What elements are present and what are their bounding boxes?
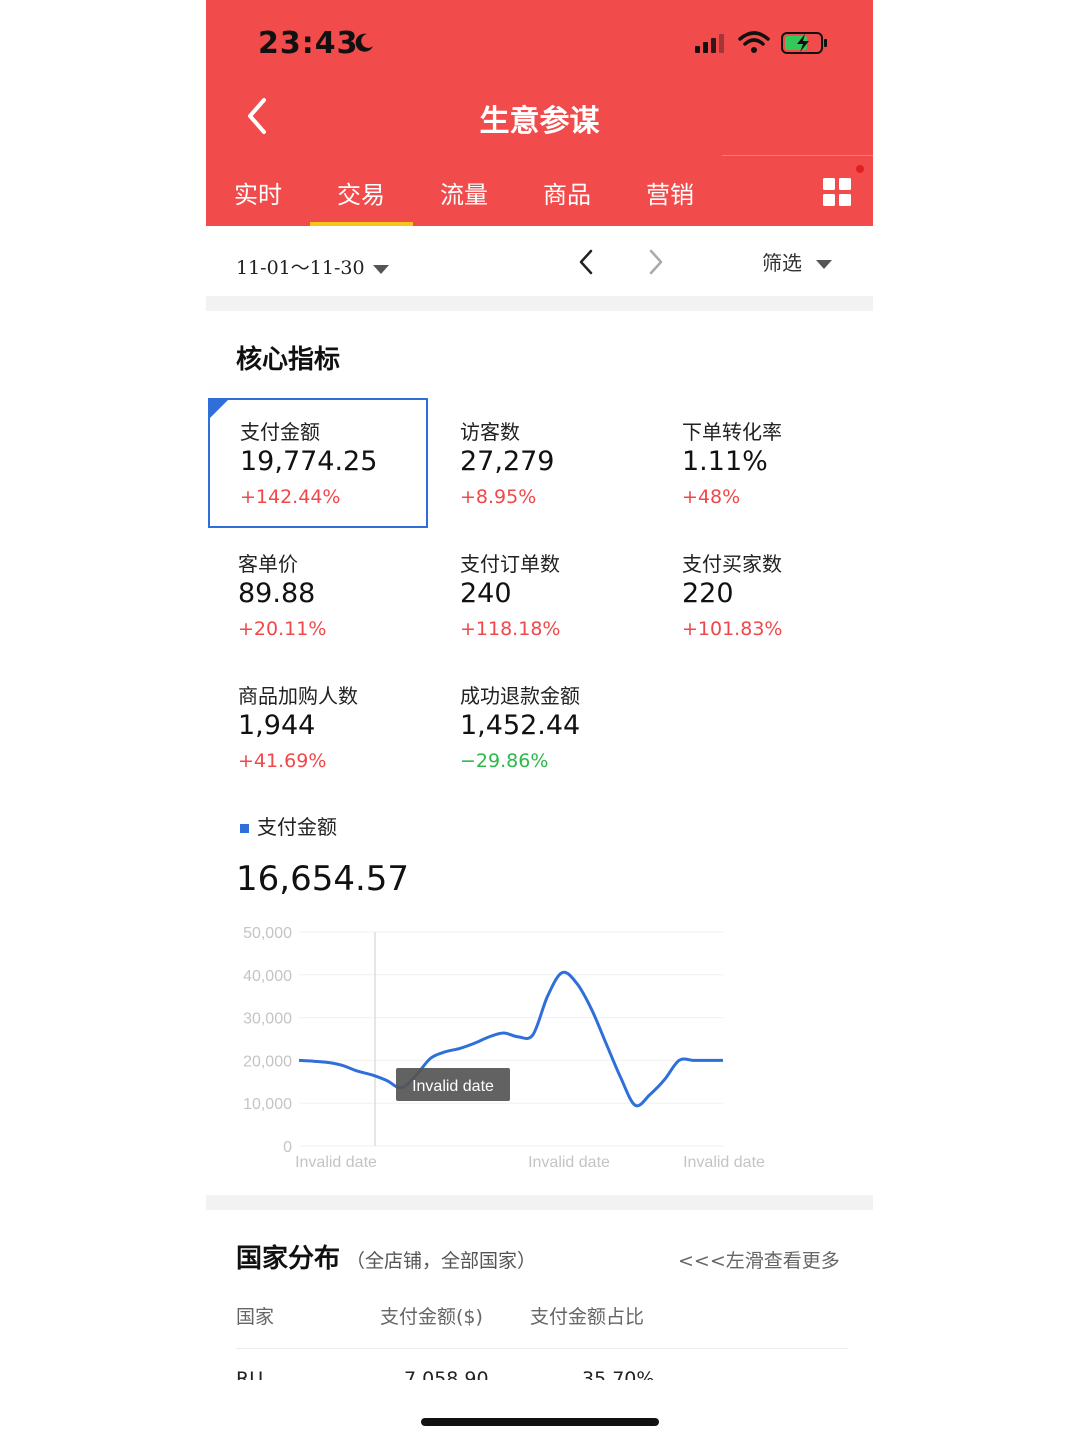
x-tick-label: Invalid date — [683, 1154, 765, 1171]
metric-change: +41.69% — [238, 750, 327, 772]
column-header-country: 国家 — [236, 1306, 275, 1328]
y-tick-label: 50,000 — [243, 925, 292, 942]
metric-label: 成功退款金额 — [460, 684, 580, 708]
tab-bar-divider — [722, 155, 873, 156]
metric-label: 访客数 — [460, 420, 520, 444]
home-indicator — [421, 1418, 659, 1426]
filter-label: 筛选 — [762, 251, 802, 275]
column-header-share: 支付金额占比 — [530, 1306, 645, 1328]
metric-label: 下单转化率 — [682, 420, 782, 444]
caret-down-icon — [372, 264, 389, 274]
date-range-label: 11-01～11-30 — [236, 257, 365, 279]
country-distribution-title: 国家分布 （全店铺，全部国家） — [236, 1238, 536, 1275]
x-tick-label: Invalid date — [295, 1154, 377, 1171]
table-cell-share: 35.70% — [582, 1368, 655, 1380]
phone-screen: 23:43 生意参谋 实时 交易 流量 商品 营销 11-01～11-30 筛选… — [206, 0, 873, 1380]
y-tick-label: 0 — [283, 1139, 292, 1156]
metric-value: 1.11% — [682, 446, 768, 477]
signal-icon — [695, 34, 724, 53]
payment-amount-line-chart[interactable]: 50,00040,00030,00020,00010,0000Invalid d… — [206, 911, 873, 1191]
table-cell-amount: 7,058.90 — [404, 1368, 489, 1380]
wifi-icon — [738, 31, 770, 53]
swipe-hint: <<<左滑查看更多 — [678, 1250, 840, 1272]
metric-value: 240 — [460, 578, 512, 609]
metric-change: +142.44% — [240, 486, 341, 508]
metric-paid-orders[interactable]: 支付订单数 240 +118.18% — [430, 532, 650, 662]
metric-change: +118.18% — [460, 618, 561, 640]
chart-legend: 支付金额 — [240, 811, 337, 840]
column-header-amount: 支付金额($) — [380, 1306, 483, 1328]
metric-change: +8.95% — [460, 486, 537, 508]
battery-charging-icon — [781, 32, 827, 54]
legend-swatch — [240, 824, 249, 833]
filter-bar: 11-01～11-30 筛选 — [206, 226, 873, 296]
y-tick-label: 10,000 — [243, 1096, 292, 1113]
table-divider — [236, 1348, 848, 1349]
metric-value: 1,944 — [238, 710, 316, 741]
metric-payment-amount[interactable]: 支付金额 19,774.25 +142.44% — [208, 398, 428, 528]
core-metrics-title: 核心指标 — [236, 345, 341, 375]
metric-value: 1,452.44 — [460, 710, 581, 741]
tab-bar: 实时 交易 流量 商品 营销 — [206, 155, 873, 226]
page-title: 生意参谋 — [479, 104, 600, 139]
core-metrics-card: 核心指标 支付金额 19,774.25 +142.44% 访客数 27,279 … — [206, 311, 873, 1195]
tooltip-text: Invalid date — [412, 1078, 494, 1095]
tab-realtime[interactable]: 实时 — [234, 175, 282, 210]
prev-period-icon[interactable] — [576, 248, 596, 276]
metric-change: +20.11% — [238, 618, 327, 640]
metric-change: +48% — [682, 486, 741, 508]
metric-value: 220 — [682, 578, 734, 609]
country-distribution-card: 国家分布 （全店铺，全部国家） <<<左滑查看更多 国家 支付金额($) 支付金额… — [206, 1210, 873, 1380]
caret-down-icon — [816, 260, 832, 269]
metric-label: 支付订单数 — [460, 552, 560, 576]
metric-avg-order-value[interactable]: 客单价 89.88 +20.11% — [208, 532, 428, 662]
metric-paying-buyers[interactable]: 支付买家数 220 +101.83% — [652, 532, 872, 662]
metric-conversion-rate[interactable]: 下单转化率 1.11% +48% — [652, 400, 872, 530]
y-tick-label: 20,000 — [243, 1053, 292, 1070]
date-range-selector[interactable]: 11-01～11-30 — [236, 253, 389, 280]
table-cell-country: RU — [236, 1368, 264, 1380]
app-header: 23:43 生意参谋 实时 交易 流量 商品 营销 — [206, 0, 873, 226]
legend-label: 支付金额 — [257, 815, 337, 839]
status-time: 23:43 — [258, 26, 359, 61]
metric-value: 19,774.25 — [240, 446, 378, 477]
metric-refund-amount[interactable]: 成功退款金额 1,452.44 −29.86% — [430, 664, 650, 794]
tab-transaction[interactable]: 交易 — [337, 175, 385, 210]
metric-change: +101.83% — [682, 618, 783, 640]
x-tick-label: Invalid date — [528, 1154, 610, 1171]
selected-corner-marker — [210, 400, 228, 418]
metric-value: 89.88 — [238, 578, 316, 609]
metric-add-to-cart-users[interactable]: 商品加购人数 1,944 +41.69% — [208, 664, 428, 794]
y-tick-label: 30,000 — [243, 1011, 292, 1028]
metric-value: 27,279 — [460, 446, 555, 477]
metric-label: 支付买家数 — [682, 552, 782, 576]
series-line-payment-amount — [298, 970, 723, 1108]
country-title-text: 国家分布 — [236, 1244, 341, 1274]
tab-marketing[interactable]: 营销 — [646, 175, 694, 210]
metric-visitors[interactable]: 访客数 27,279 +8.95% — [430, 400, 650, 530]
notification-dot — [856, 165, 864, 173]
grid-menu-icon[interactable] — [823, 178, 851, 206]
moon-icon — [355, 33, 373, 52]
tab-traffic[interactable]: 流量 — [440, 175, 488, 210]
next-period-icon[interactable] — [646, 248, 666, 276]
selected-point-value: 16,654.57 — [236, 859, 410, 899]
y-tick-label: 40,000 — [243, 968, 292, 985]
metric-label: 客单价 — [238, 552, 298, 576]
filter-button[interactable]: 筛选 — [762, 247, 832, 276]
metric-label: 支付金额 — [240, 420, 320, 444]
tab-products[interactable]: 商品 — [543, 175, 591, 210]
metric-label: 商品加购人数 — [238, 684, 358, 708]
metric-change: −29.86% — [460, 750, 549, 772]
country-subtitle: （全店铺，全部国家） — [346, 1250, 537, 1272]
